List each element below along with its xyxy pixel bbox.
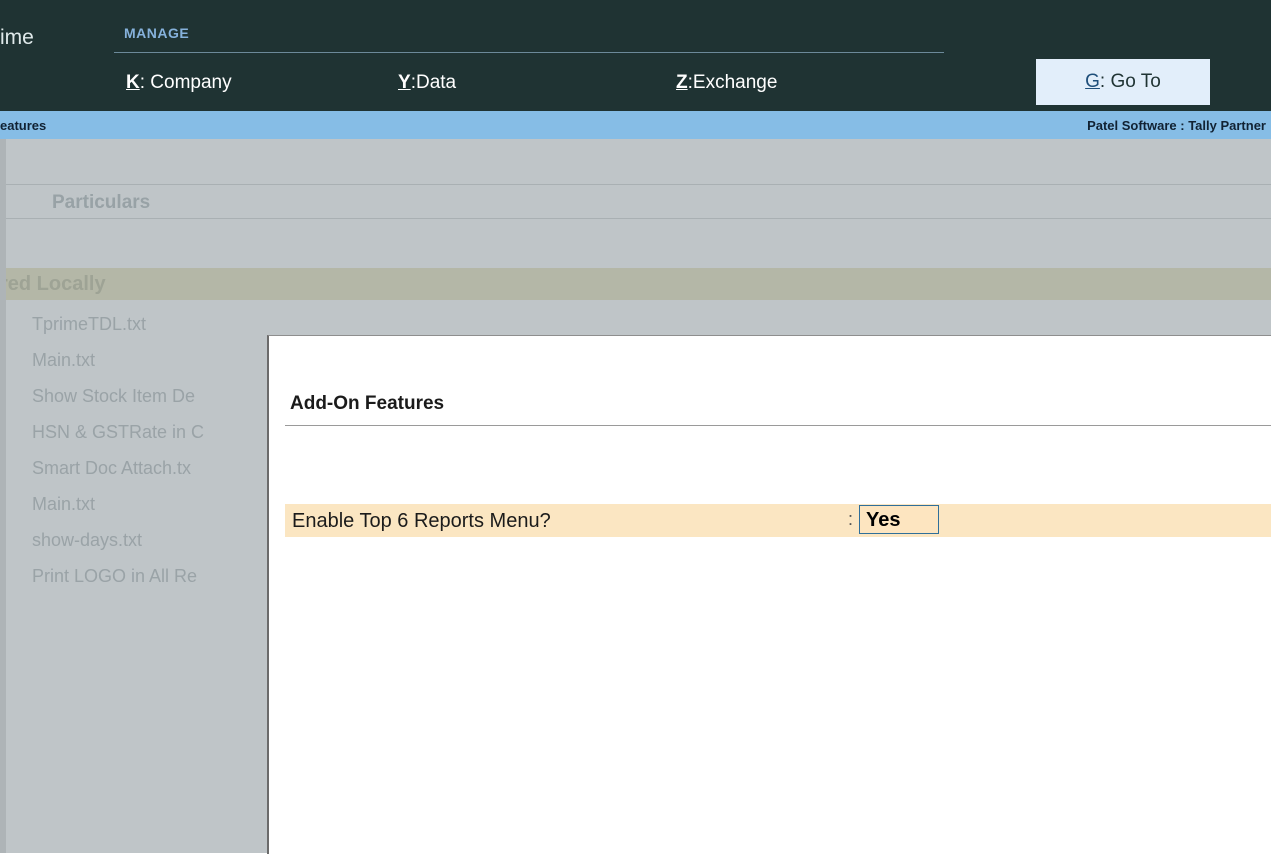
enable-top6-reports-input[interactable]: Yes bbox=[859, 505, 939, 534]
section-row: red Locally bbox=[0, 268, 1271, 300]
menu-data-key: Y bbox=[398, 72, 411, 93]
goto-label: Go To bbox=[1110, 71, 1161, 92]
menu-company-key: K bbox=[126, 72, 140, 93]
column-header-particulars: Particulars bbox=[52, 192, 151, 213]
list-item[interactable]: Smart Doc Attach.tx bbox=[32, 458, 191, 479]
dialog-title: Add-On Features bbox=[290, 393, 445, 414]
menu-company[interactable]: K: Company bbox=[126, 72, 232, 94]
enable-top6-reports-row[interactable]: Enable Top 6 Reports Menu? : Yes bbox=[285, 504, 1271, 537]
field-colon: : bbox=[848, 509, 854, 529]
menu-company-label: Company bbox=[150, 72, 232, 93]
list-item[interactable]: TprimeTDL.txt bbox=[32, 314, 146, 335]
add-on-features-dialog: Add-On Features Enable Top 6 Reports Men… bbox=[267, 335, 1271, 854]
list-item[interactable]: show-days.txt bbox=[32, 530, 142, 551]
screen-title: eatures bbox=[0, 118, 47, 133]
list-item[interactable]: Main.txt bbox=[32, 350, 95, 371]
menu-exchange-label: Exchange bbox=[692, 72, 778, 93]
manage-label: MANAGE bbox=[124, 25, 190, 41]
list-item[interactable]: Print LOGO in All Re bbox=[32, 566, 197, 587]
header-rule-top bbox=[0, 184, 1271, 185]
list-item[interactable]: HSN & GSTRate in C bbox=[32, 422, 204, 443]
list-item[interactable]: Show Stock Item De bbox=[32, 386, 195, 407]
menu-data-label: Data bbox=[415, 72, 457, 93]
company-info: Patel Software : Tally Partner bbox=[1087, 118, 1266, 133]
manage-divider bbox=[114, 52, 944, 53]
goto-key: G bbox=[1085, 71, 1100, 92]
info-bar: eatures Patel Software : Tally Partner bbox=[0, 111, 1271, 139]
goto-button[interactable]: G: Go To bbox=[1036, 59, 1210, 105]
left-edge-strip bbox=[0, 139, 6, 853]
menu-data[interactable]: Y:Data bbox=[398, 72, 456, 94]
enable-top6-reports-label: Enable Top 6 Reports Menu? bbox=[292, 510, 551, 532]
header-rule-bottom bbox=[0, 218, 1271, 219]
menu-exchange-key: Z bbox=[676, 72, 688, 93]
menu-exchange[interactable]: Z:Exchange bbox=[676, 72, 777, 94]
app-name: ime bbox=[0, 26, 34, 49]
top-header: ime MANAGE K: Company Y:Data Z:Exchange … bbox=[0, 0, 1271, 111]
dialog-divider bbox=[285, 425, 1271, 426]
section-label: red Locally bbox=[0, 273, 106, 295]
list-item[interactable]: Main.txt bbox=[32, 494, 95, 515]
